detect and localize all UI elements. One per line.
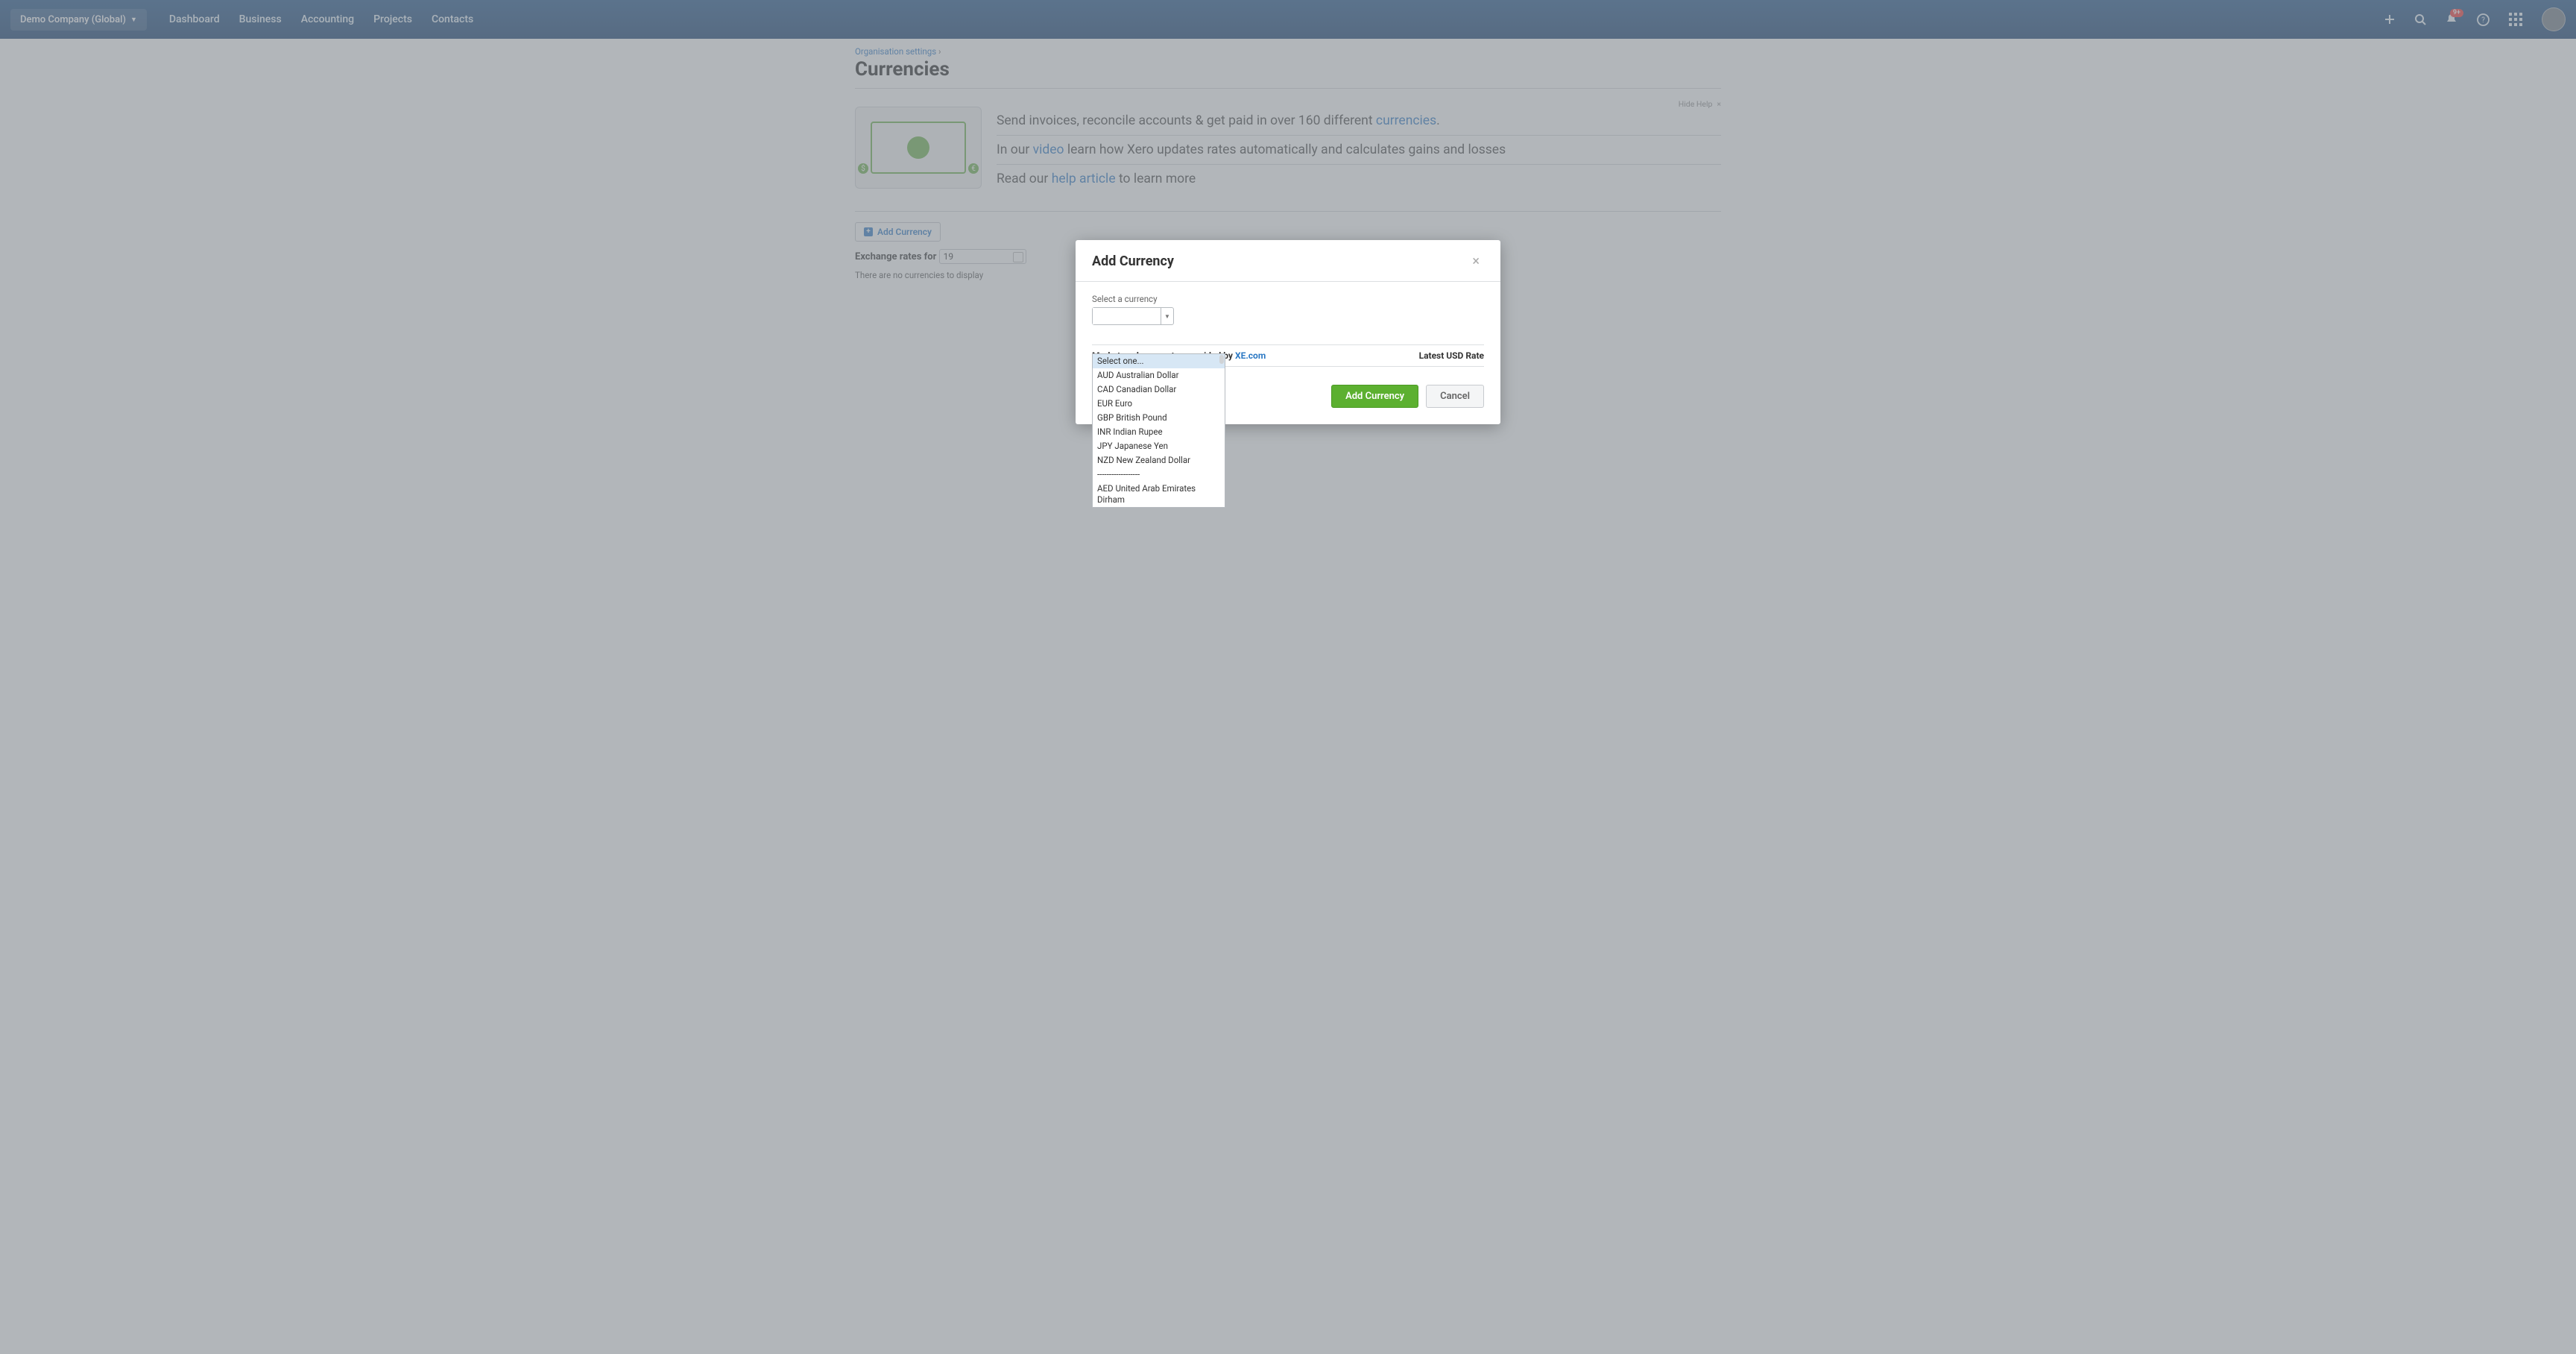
currency-input[interactable] xyxy=(1093,308,1161,324)
modal-overlay xyxy=(0,0,2576,1354)
dropdown-option[interactable]: INR Indian Rupee xyxy=(1093,425,1225,439)
modal-close-button[interactable]: × xyxy=(1468,252,1484,271)
add-currency-modal: Add Currency × Select a currency ▼ Marke… xyxy=(1076,240,1500,424)
scrollbar[interactable] xyxy=(1219,354,1225,507)
dropdown-option[interactable]: ------------------ xyxy=(1093,467,1225,482)
dropdown-option[interactable]: AED United Arab Emirates Dirham xyxy=(1093,482,1225,507)
dropdown-option[interactable]: AUD Australian Dollar xyxy=(1093,368,1225,382)
chevron-down-icon[interactable]: ▼ xyxy=(1161,308,1173,324)
cancel-button[interactable]: Cancel xyxy=(1426,385,1484,408)
rate-header-right: Latest USD Rate xyxy=(1419,350,1484,361)
dropdown-option[interactable]: CAD Canadian Dollar xyxy=(1093,382,1225,397)
dropdown-option[interactable]: Select one... xyxy=(1093,354,1225,368)
dropdown-option[interactable]: GBP British Pound xyxy=(1093,411,1225,425)
xe-link[interactable]: XE.com xyxy=(1235,350,1266,361)
currency-combobox[interactable]: ▼ xyxy=(1092,307,1174,325)
dropdown-option[interactable]: EUR Euro xyxy=(1093,397,1225,411)
dropdown-option[interactable]: NZD New Zealand Dollar xyxy=(1093,453,1225,467)
add-currency-submit-button[interactable]: Add Currency xyxy=(1331,385,1418,408)
dropdown-option[interactable]: JPY Japanese Yen xyxy=(1093,439,1225,453)
select-currency-label: Select a currency xyxy=(1092,294,1484,304)
currency-dropdown-list[interactable]: Select one... AUD Australian Dollar CAD … xyxy=(1092,353,1225,508)
modal-title: Add Currency xyxy=(1092,254,1174,269)
